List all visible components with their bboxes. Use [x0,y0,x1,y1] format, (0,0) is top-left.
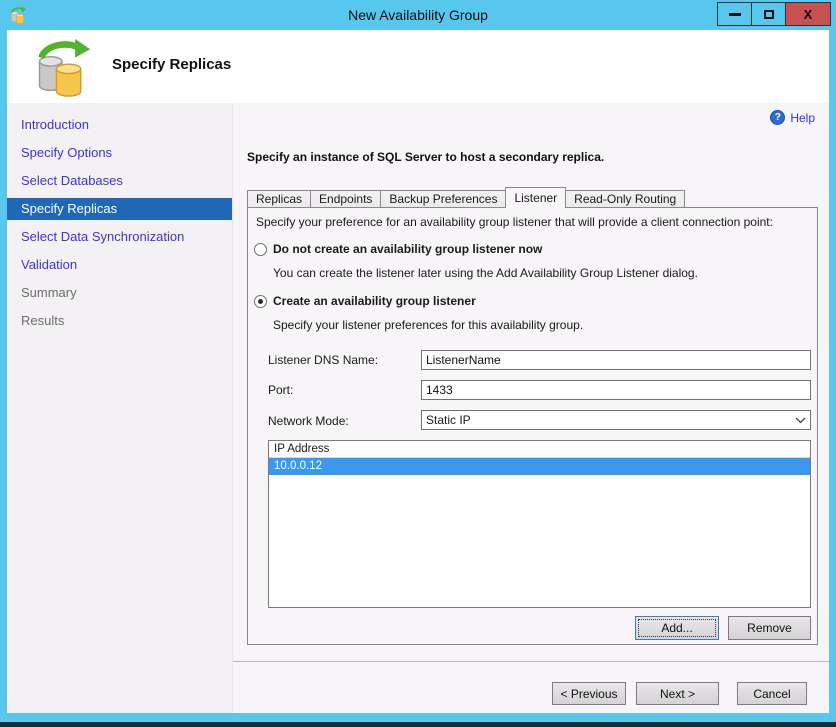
sidebar-item-specify-replicas[interactable]: Specify Replicas [7,198,232,220]
sidebar-item-select-data-synchronization[interactable]: Select Data Synchronization [7,226,232,248]
radio-create-listener[interactable]: Create an availability group listener [254,294,476,308]
window-bottom-edge [0,722,836,727]
replicas-database-icon [38,38,91,97]
dialog-body: Specify Replicas Introduction Specify Op… [7,30,829,713]
radio-checked-icon [254,294,267,308]
wizard-header: Specify Replicas [7,30,829,103]
tab-endpoints[interactable]: Endpoints [310,190,382,208]
minimize-icon [728,12,741,16]
do-not-create-description: You can create the listener later using … [273,266,698,280]
cancel-button[interactable]: Cancel [737,682,807,705]
help-link[interactable]: ? Help [770,110,815,125]
tab-backup-preferences[interactable]: Backup Preferences [380,190,507,208]
ip-address-list: IP Address 10.0.0.12 [268,440,811,608]
tab-listener[interactable]: Listener [505,187,567,208]
new-availability-group-window: New Availability Group X Specify Replica… [0,0,836,727]
maximize-icon [763,9,774,19]
radio-unchecked-icon [254,242,267,256]
network-mode-value: Static IP [426,413,471,427]
help-label: Help [790,110,815,125]
listener-tab-panel: Specify your preference for an availabil… [247,207,818,645]
next-button[interactable]: Next > [636,682,719,705]
main-content: ? Help Specify an instance of SQL Server… [233,103,829,713]
network-mode-select[interactable]: Static IP [421,410,811,430]
title-bar[interactable]: New Availability Group X [0,0,836,30]
create-listener-description: Specify your listener preferences for th… [273,318,584,332]
sidebar-item-introduction[interactable]: Introduction [7,114,232,136]
network-mode-label: Network Mode: [268,414,349,428]
ip-address-row[interactable]: 10.0.0.12 [269,458,810,475]
footer-separator [233,661,829,662]
tab-read-only-routing[interactable]: Read-Only Routing [565,190,686,208]
close-icon: X [803,6,813,22]
sidebar-item-results: Results [21,313,65,328]
close-button[interactable]: X [785,2,831,26]
sidebar-item-specify-options[interactable]: Specify Options [7,142,232,164]
radio-create-label: Create an availability group listener [273,294,476,308]
listener-intro-text: Specify your preference for an availabil… [256,215,773,229]
port-label: Port: [268,383,294,397]
window-title: New Availability Group [348,7,488,23]
ip-address-column-header: IP Address [269,441,810,458]
wizard-steps-sidebar: Introduction Specify Options Select Data… [7,103,233,713]
window-controls: X [717,2,831,26]
minimize-button[interactable] [717,2,752,26]
radio-do-not-create-listener[interactable]: Do not create an availability group list… [254,242,542,256]
listener-dns-name-label: Listener DNS Name: [268,353,379,367]
page-title: Specify Replicas [112,56,232,73]
maximize-button[interactable] [751,2,786,26]
previous-button[interactable]: < Previous [552,682,626,705]
radio-do-not-create-label: Do not create an availability group list… [273,242,543,256]
add-button[interactable]: Add... [635,616,719,640]
help-icon: ? [770,110,786,125]
remove-button[interactable]: Remove [728,616,811,640]
listener-dns-name-input[interactable] [421,350,811,370]
chevron-down-icon [795,417,806,423]
sidebar-item-summary: Summary [21,285,77,300]
sidebar-item-select-databases[interactable]: Select Databases [7,170,232,192]
tab-replicas[interactable]: Replicas [247,190,312,208]
instruction-heading: Specify an instance of SQL Server to hos… [247,150,605,164]
tab-strip: Replicas Endpoints Backup Preferences Li… [247,187,686,208]
sidebar-item-validation[interactable]: Validation [7,254,232,276]
port-input[interactable] [421,380,811,400]
